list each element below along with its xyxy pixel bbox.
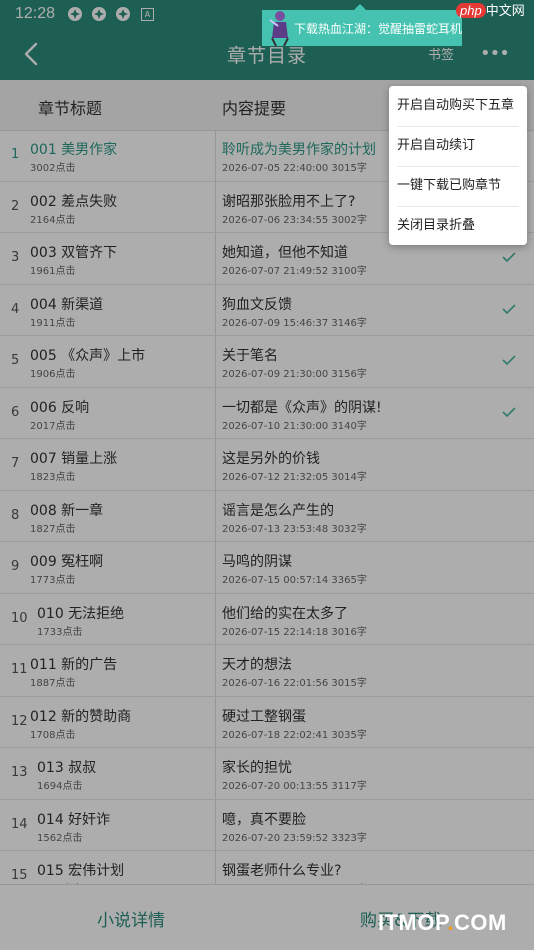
watermark-prefix: ITMOP <box>378 910 448 935</box>
options-menu: 开启自动购买下五章 开启自动续订 一键下载已购章节 关闭目录折叠 <box>389 86 527 245</box>
php-logo-mark: php <box>456 3 486 18</box>
itmop-watermark: ITMOP.COM <box>378 910 507 936</box>
menu-item-download-purchased[interactable]: 一键下载已购章节 <box>389 166 527 206</box>
game-character-icon <box>269 11 289 46</box>
ad-popup[interactable]: 下载热血江湖：觉醒抽雷蛇耳机 <box>262 4 463 46</box>
popup-caret <box>354 4 366 10</box>
ad-popup-text: 下载热血江湖：觉醒抽雷蛇耳机 <box>294 21 463 36</box>
watermark-suffix: COM <box>453 910 507 935</box>
php-logo-suffix: 中文网 <box>485 3 525 18</box>
watermark-dot: . <box>447 910 454 935</box>
menu-item-auto-renew[interactable]: 开启自动续订 <box>389 126 527 166</box>
menu-item-close-fold[interactable]: 关闭目录折叠 <box>389 206 527 246</box>
menu-item-auto-buy-next-five[interactable]: 开启自动购买下五章 <box>389 86 527 126</box>
php-watermark-logo: php 中文网 <box>456 0 525 19</box>
